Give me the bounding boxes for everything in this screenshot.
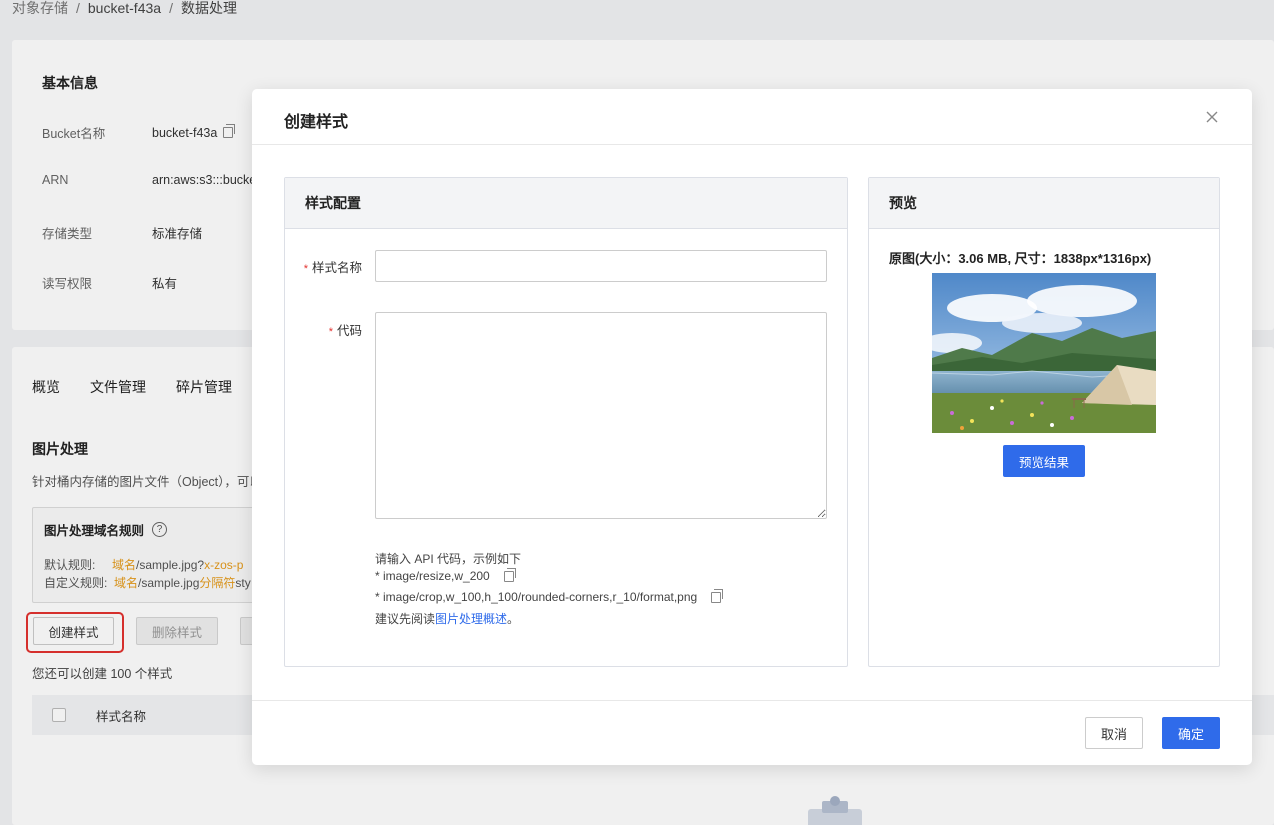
modal-title: 创建样式 bbox=[284, 114, 349, 131]
preview-result-button[interactable]: 预览结果 bbox=[1003, 445, 1085, 477]
hint-intro: 请输入 API 代码，示例如下 bbox=[375, 552, 522, 566]
create-style-modal: 创建样式 样式配置 * 样式名称 * 代码 请输入 API 代码，示例如下 * im… bbox=[252, 89, 1252, 765]
modal-footer: 取消 确定 bbox=[252, 700, 1252, 765]
style-config-title: 样式配置 bbox=[285, 178, 847, 229]
hint-example-2: * image/crop,w_100,h_100/rounded-corners… bbox=[375, 588, 724, 604]
preview-panel: 预览 原图(大小：3.06 MB, 尺寸：1838px*1316px) 预览结果 bbox=[868, 177, 1220, 667]
code-label: * 代码 bbox=[328, 324, 362, 338]
original-image-info: 原图(大小：3.06 MB, 尺寸：1838px*1316px) bbox=[889, 251, 1152, 266]
hint-read-doc: 建议先阅读 图片处理概述。 bbox=[375, 610, 520, 627]
style-name-label: * 样式名称 bbox=[303, 261, 362, 275]
hint-example-1: * image/resize,w_200 bbox=[375, 567, 516, 583]
modal-header: 创建样式 bbox=[252, 89, 1252, 145]
preview-image bbox=[932, 273, 1156, 433]
style-name-input[interactable] bbox=[375, 250, 827, 282]
cancel-button[interactable]: 取消 bbox=[1085, 717, 1143, 749]
close-icon[interactable] bbox=[1202, 107, 1222, 127]
copy-icon[interactable] bbox=[711, 588, 724, 603]
image-processing-overview-link[interactable]: 图片处理概述 bbox=[435, 610, 507, 627]
code-textarea[interactable] bbox=[375, 312, 827, 519]
preview-title: 预览 bbox=[869, 178, 1219, 229]
style-config-panel: 样式配置 * 样式名称 * 代码 请输入 API 代码，示例如下 * image/r… bbox=[284, 177, 848, 667]
copy-icon[interactable] bbox=[503, 567, 516, 582]
confirm-button[interactable]: 确定 bbox=[1162, 717, 1220, 749]
